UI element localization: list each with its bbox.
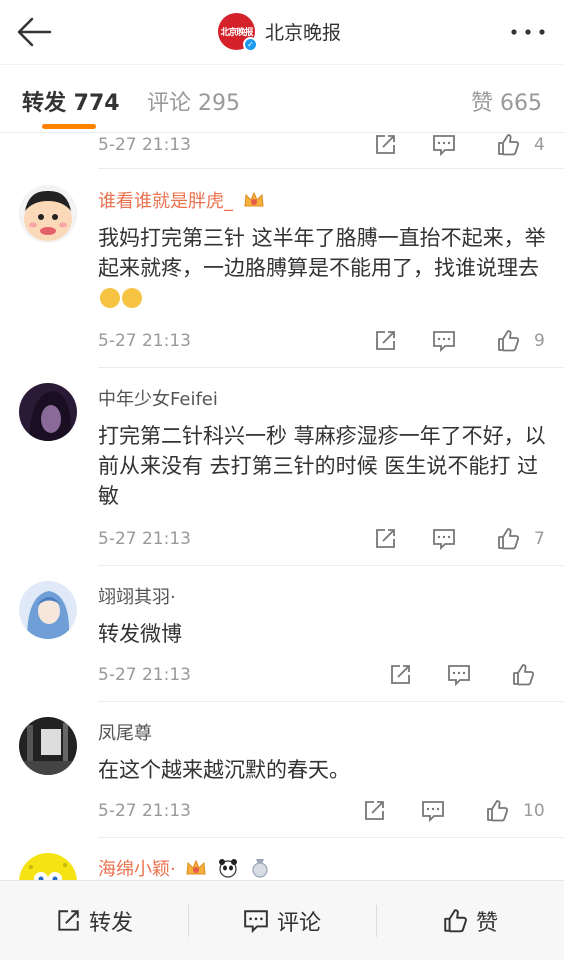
panda-badge-icon bbox=[219, 859, 238, 878]
like-icon[interactable] bbox=[496, 133, 520, 157]
avatar-photo-image bbox=[19, 383, 77, 441]
comment-icon[interactable] bbox=[421, 799, 445, 823]
username[interactable]: 凤尾尊 bbox=[98, 722, 152, 746]
repost-icon[interactable] bbox=[388, 663, 412, 687]
like-count: 10 bbox=[523, 801, 545, 821]
crown-badge-icon bbox=[186, 859, 207, 875]
avatar[interactable] bbox=[19, 717, 77, 775]
list-item-meta: 5-27 21:13 10 bbox=[98, 799, 564, 823]
like-label: 赞 bbox=[475, 911, 498, 936]
repost-icon[interactable] bbox=[362, 799, 386, 823]
account-name[interactable]: 北京晚报 bbox=[265, 18, 341, 45]
comment-text: 转发微博 bbox=[98, 622, 182, 646]
divider bbox=[98, 701, 564, 702]
username-text[interactable]: 海绵小颖· bbox=[98, 859, 176, 880]
avatar-photo-image bbox=[19, 717, 77, 775]
comment-text: 我妈打完第三针 这半年了胳膊一直抬不起来，举起来就疼，一边胳膊算是不能用了，找谁… bbox=[98, 223, 548, 313]
username-text[interactable]: 谁看谁就是胖虎_ bbox=[98, 191, 233, 212]
divider bbox=[98, 168, 564, 169]
repost-list[interactable]: 5-27 21:13 4 谁看谁就是胖虎_ 我妈打完第三针 这半年了胳膊一直抬不… bbox=[0, 132, 564, 880]
timestamp: 5-27 21:13 bbox=[98, 135, 191, 155]
comment-icon[interactable] bbox=[447, 663, 471, 687]
list-item-meta: 5-27 21:13 9 bbox=[98, 329, 564, 353]
like-count: 4 bbox=[534, 135, 545, 155]
comment-button[interactable]: 评论 bbox=[188, 881, 376, 960]
repost-button[interactable]: 转发 bbox=[0, 881, 188, 960]
like-button[interactable]: 赞 bbox=[376, 881, 564, 960]
username[interactable]: 海绵小颖· bbox=[98, 858, 271, 880]
avatar[interactable] bbox=[19, 581, 77, 639]
avatar-anime-image bbox=[19, 581, 77, 639]
comment-text: 在这个越来越沉默的春天。 bbox=[98, 758, 350, 782]
repost-icon bbox=[58, 910, 79, 931]
timestamp: 5-27 21:13 bbox=[98, 665, 191, 685]
repost-icon[interactable] bbox=[373, 527, 397, 551]
repost-label: 转发 bbox=[88, 911, 133, 936]
like-icon bbox=[444, 909, 467, 933]
timestamp: 5-27 21:13 bbox=[98, 529, 191, 549]
list-item-meta: 5-27 21:13 bbox=[98, 663, 564, 687]
timestamp: 5-27 21:13 bbox=[98, 801, 191, 821]
list-item-meta: 5-27 21:13 7 bbox=[98, 527, 564, 551]
tab-repost[interactable]: 转发 774 bbox=[22, 85, 120, 117]
comment-icon[interactable] bbox=[432, 329, 456, 353]
account-logo[interactable]: 北京晚报 ✓ bbox=[218, 13, 258, 52]
divider bbox=[98, 367, 564, 368]
active-tab-indicator bbox=[42, 124, 96, 129]
dog-emoji-icon bbox=[122, 288, 142, 308]
verified-badge-icon: ✓ bbox=[243, 37, 258, 52]
like-icon[interactable] bbox=[485, 799, 509, 823]
tab-bar: 转发 774 评论 295 赞 665 bbox=[0, 64, 564, 132]
top-bar: 北京晚报 ✓ 北京晚报 bbox=[0, 0, 564, 64]
avatar-cartoon-image bbox=[19, 185, 77, 243]
account-header[interactable]: 北京晚报 ✓ 北京晚报 bbox=[218, 13, 341, 52]
like-count: 7 bbox=[534, 529, 545, 549]
username[interactable]: 谁看谁就是胖虎_ bbox=[98, 190, 265, 214]
username[interactable]: 翊翊其羽· bbox=[98, 586, 176, 610]
avatar[interactable] bbox=[19, 853, 77, 880]
comment-label: 评论 bbox=[276, 911, 321, 936]
like-icon[interactable] bbox=[496, 527, 520, 551]
comment-icon[interactable] bbox=[432, 133, 456, 157]
avatar-spongebob-image bbox=[19, 853, 77, 880]
repost-icon[interactable] bbox=[373, 329, 397, 353]
comment-text-body: 我妈打完第三针 这半年了胳膊一直抬不起来，举起来就疼，一边胳膊算是不能用了，找谁… bbox=[98, 226, 546, 280]
tab-like[interactable]: 赞 665 bbox=[471, 85, 542, 117]
like-icon[interactable] bbox=[511, 663, 535, 687]
comment-icon[interactable] bbox=[432, 527, 456, 551]
crown-badge-icon bbox=[244, 191, 264, 207]
avatar[interactable] bbox=[19, 383, 77, 441]
timestamp: 5-27 21:13 bbox=[98, 331, 191, 351]
dog-emoji-icon bbox=[100, 288, 120, 308]
logo-text: 北京晚报 bbox=[220, 28, 253, 38]
bottom-action-bar: 转发 评论 赞 bbox=[0, 880, 564, 960]
comment-text: 打完第二针科兴一秒 荨麻疹湿疹一年了不好，以前从来没有 去打第三针的时候 医生说… bbox=[98, 424, 546, 508]
comment-icon bbox=[244, 910, 268, 934]
tab-comment[interactable]: 评论 295 bbox=[147, 85, 240, 117]
repost-icon[interactable] bbox=[373, 133, 397, 157]
like-icon[interactable] bbox=[496, 329, 520, 353]
back-arrow-icon[interactable] bbox=[14, 12, 54, 52]
medal-badge-icon bbox=[252, 859, 268, 878]
username[interactable]: 中年少女Feifei bbox=[98, 388, 218, 412]
avatar[interactable] bbox=[19, 185, 77, 243]
list-item-meta: 5-27 21:13 4 bbox=[98, 133, 564, 157]
more-options-icon[interactable] bbox=[510, 22, 546, 42]
divider bbox=[98, 565, 564, 566]
divider bbox=[98, 837, 564, 838]
like-count: 9 bbox=[534, 331, 545, 351]
